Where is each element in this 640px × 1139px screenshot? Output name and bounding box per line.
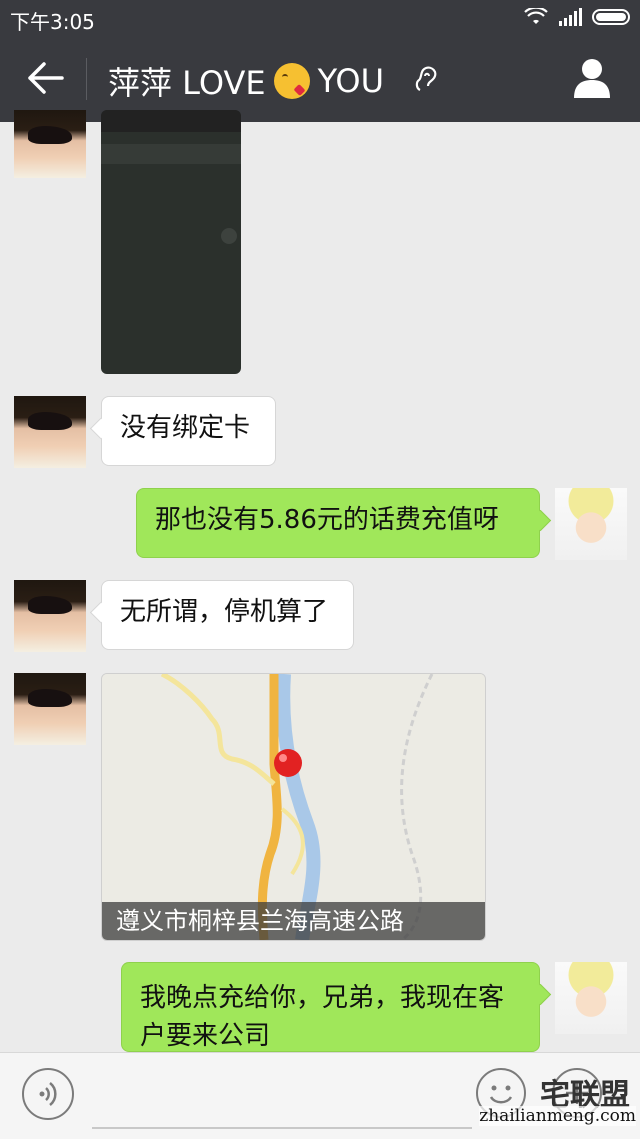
plus-icon xyxy=(566,1082,588,1104)
status-time: 下午3:05 xyxy=(10,10,95,34)
location-message[interactable]: 遵义市桐梓县兰海高速公路 xyxy=(101,673,486,941)
contact-avatar[interactable] xyxy=(14,396,86,468)
more-button[interactable] xyxy=(552,1068,602,1118)
kissing-face-emoji-icon xyxy=(273,63,310,99)
status-icons xyxy=(524,8,630,26)
wifi-icon xyxy=(524,8,548,24)
my-avatar[interactable] xyxy=(555,488,627,560)
earpiece-mode-icon xyxy=(415,66,437,91)
header-divider xyxy=(86,58,87,100)
message-text: 无所谓，停机算了 xyxy=(120,597,329,627)
back-arrow-icon[interactable] xyxy=(26,56,66,100)
chat-header: 萍萍 LOVE YOU xyxy=(0,36,640,122)
chat-title-suffix: YOU xyxy=(317,62,385,100)
message-bubble-sent[interactable]: 我晚点充给你，兄弟，我现在客户要来公司 xyxy=(121,962,540,1052)
emoji-button[interactable] xyxy=(476,1068,526,1118)
voice-input-button[interactable] xyxy=(22,1068,74,1120)
message-input[interactable] xyxy=(92,1127,472,1129)
message-text: 没有绑定卡 xyxy=(120,413,251,443)
chat-title-name: 萍萍 LOVE xyxy=(108,64,266,102)
message-bubble-received[interactable]: 无所谓，停机算了 xyxy=(101,580,354,650)
image-message-screenshot[interactable] xyxy=(101,110,241,374)
message-text: 那也没有5.86元的话费充值呀 xyxy=(155,505,499,535)
signal-icon xyxy=(559,8,582,26)
contact-avatar[interactable] xyxy=(14,673,86,745)
screenshot-topbar xyxy=(101,110,241,132)
my-avatar[interactable] xyxy=(555,962,627,1034)
map-image xyxy=(102,674,485,940)
contact-avatar[interactable] xyxy=(14,110,86,178)
chat-title: 萍萍 LOVE YOU xyxy=(108,58,384,104)
user-profile-icon[interactable] xyxy=(572,56,612,100)
location-caption: 遵义市桐梓县兰海高速公路 xyxy=(102,902,485,940)
screenshot-dot xyxy=(221,228,237,244)
message-bubble-sent[interactable]: 那也没有5.86元的话费充值呀 xyxy=(136,488,540,558)
message-bubble-received[interactable]: 没有绑定卡 xyxy=(101,396,276,466)
status-bar: 下午3:05 xyxy=(0,0,640,36)
input-bar xyxy=(0,1052,640,1139)
contact-avatar[interactable] xyxy=(14,580,86,652)
battery-icon xyxy=(592,9,630,25)
voice-icon xyxy=(39,1082,57,1106)
smiley-icon xyxy=(489,1085,513,1104)
message-text: 我晚点充给你，兄弟，我现在客户要来公司 xyxy=(140,983,505,1051)
screenshot-row xyxy=(101,144,241,164)
